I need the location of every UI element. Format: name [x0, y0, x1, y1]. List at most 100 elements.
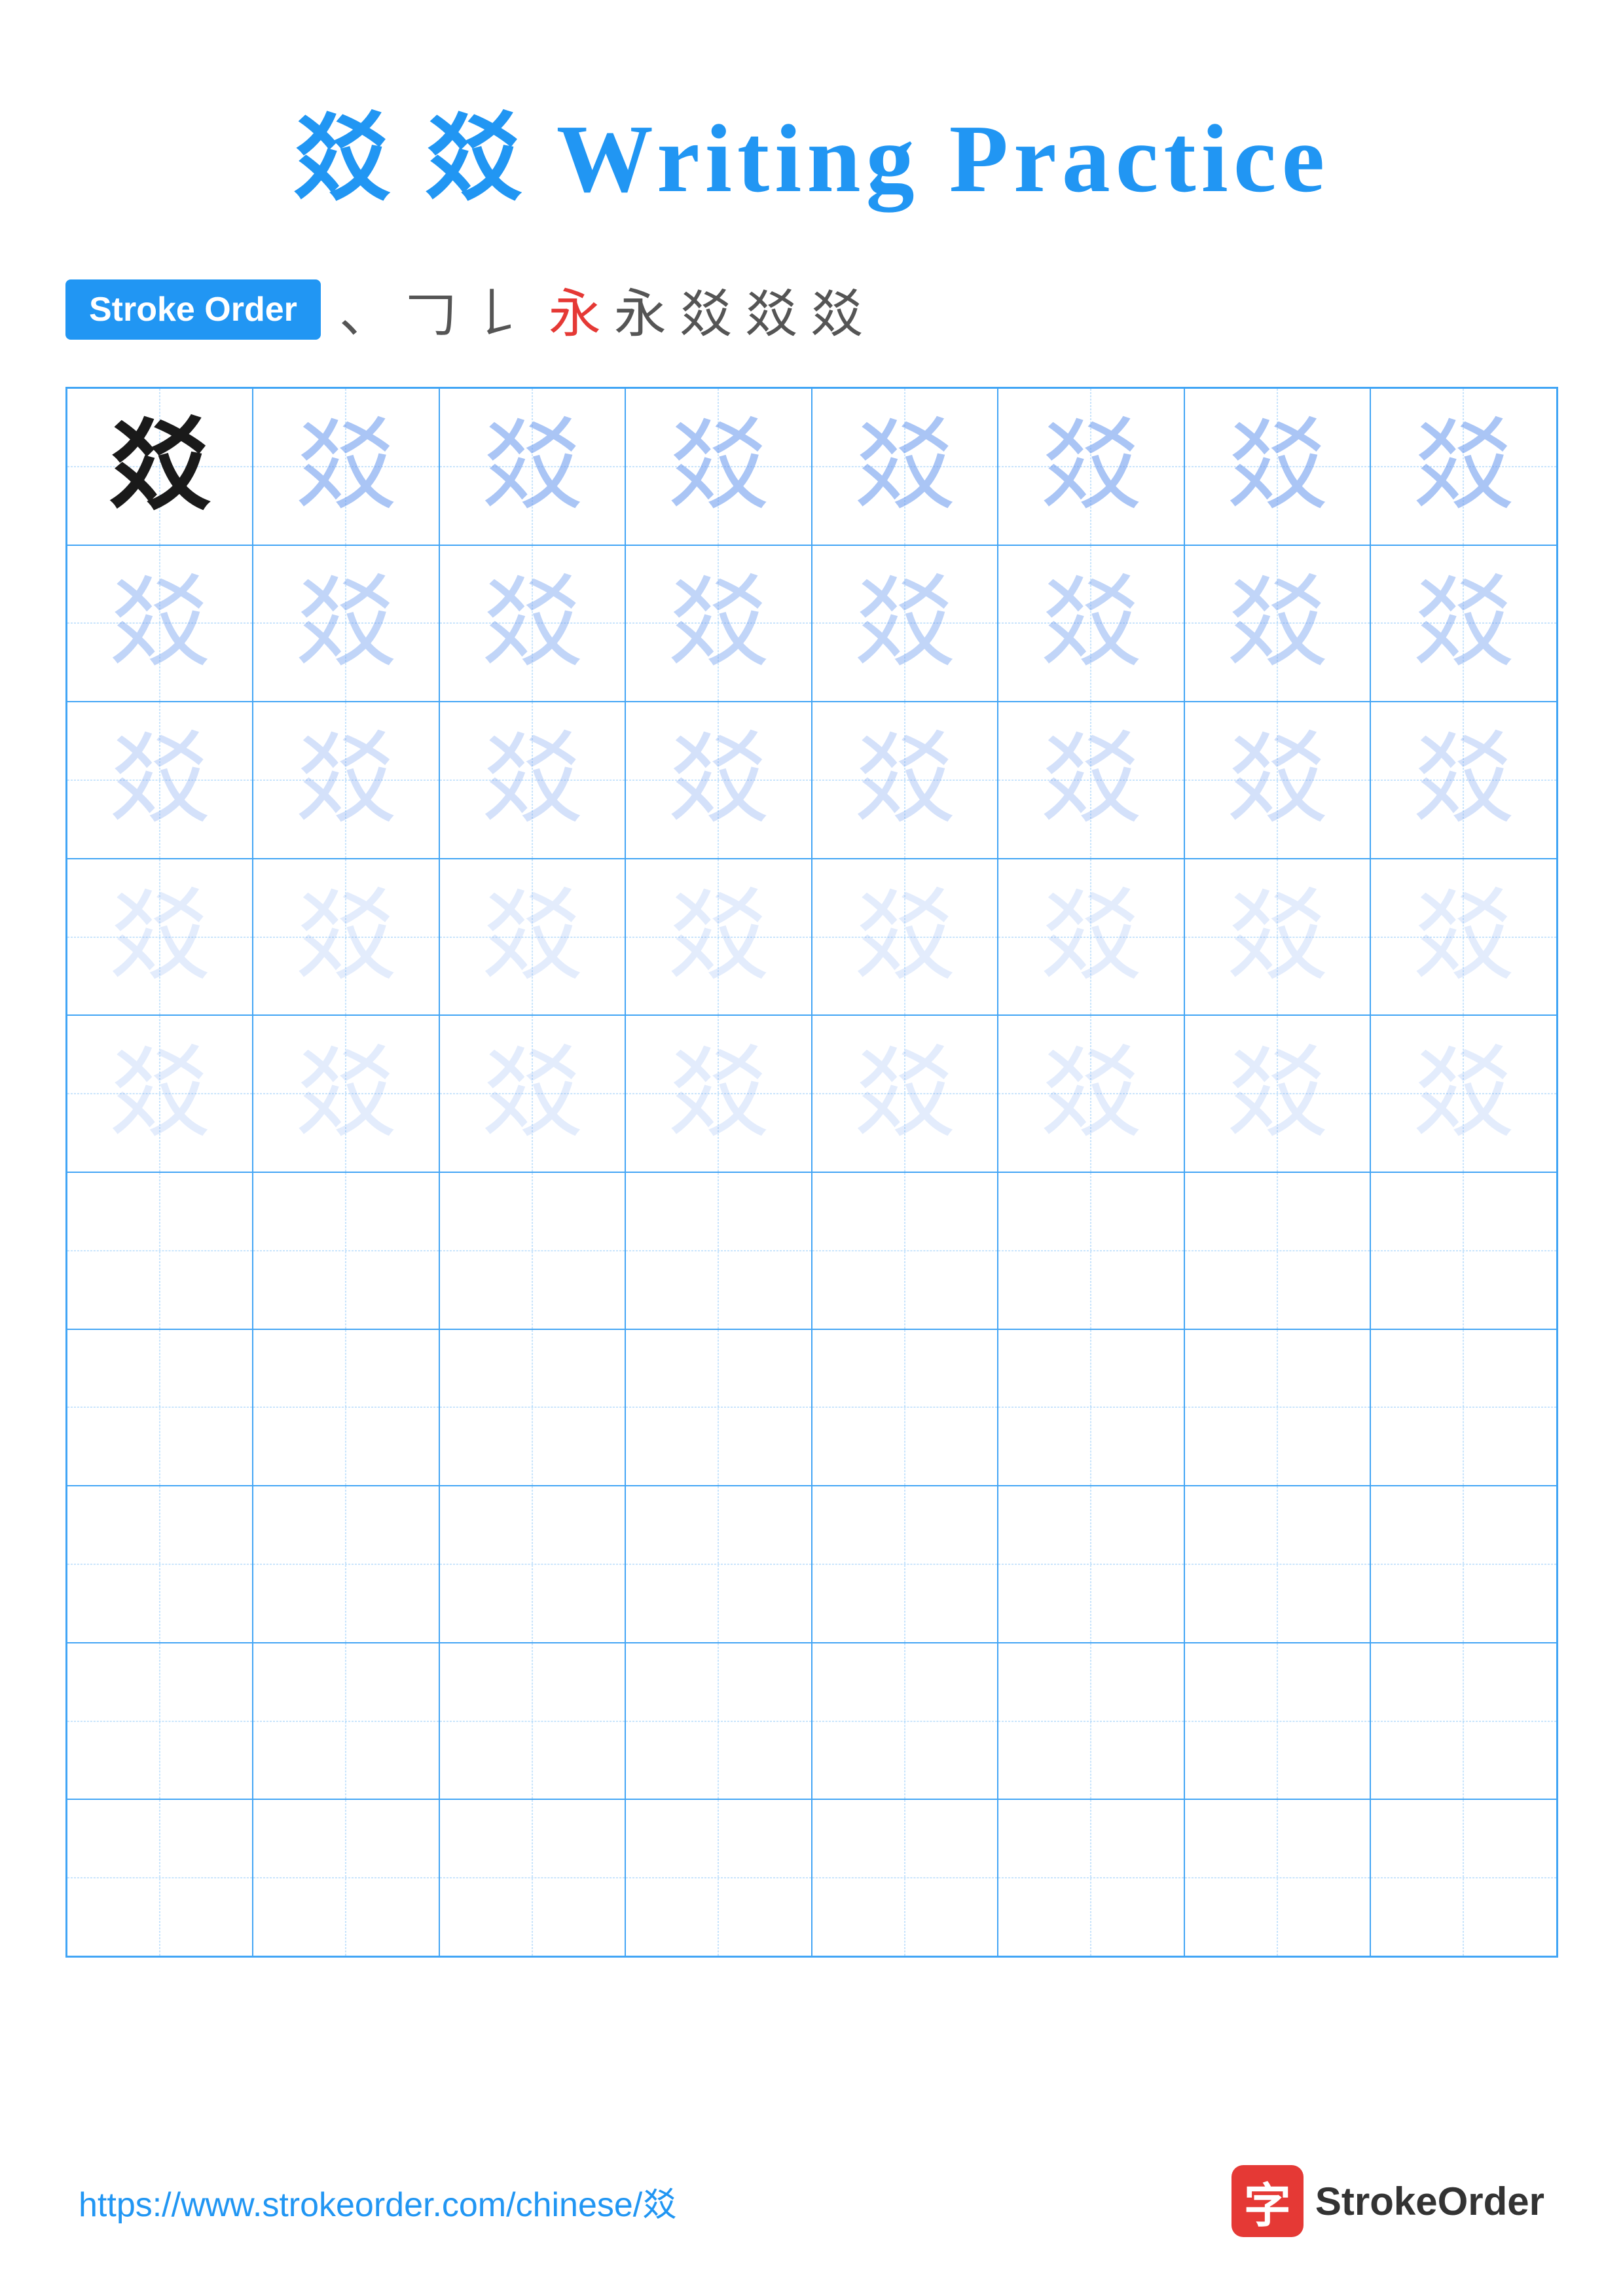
- grid-cell-r7c2[interactable]: [253, 1329, 439, 1486]
- char-r1c1: 㸚: [109, 416, 210, 517]
- char-r3c3: 㸚: [481, 729, 583, 831]
- char-r1c6: 㸚: [1040, 416, 1142, 517]
- grid-cell-r9c4[interactable]: [625, 1643, 812, 1800]
- grid-cell-r4c6: 㸚: [998, 859, 1184, 1016]
- grid-cell-r6c7[interactable]: [1184, 1172, 1371, 1329]
- grid-cell-r5c3: 㸚: [439, 1015, 626, 1172]
- grid-cell-r4c1: 㸚: [67, 859, 253, 1016]
- logo-text: StrokeOrder: [1315, 2179, 1544, 2224]
- grid-cell-r9c6[interactable]: [998, 1643, 1184, 1800]
- grid-cell-r7c5[interactable]: [812, 1329, 998, 1486]
- grid-cell-r5c5: 㸚: [812, 1015, 998, 1172]
- grid-cell-r9c5[interactable]: [812, 1643, 998, 1800]
- grid-cell-r6c1[interactable]: [67, 1172, 253, 1329]
- grid-cell-r10c5[interactable]: [812, 1799, 998, 1956]
- grid-cell-r4c7: 㸚: [1184, 859, 1371, 1016]
- grid-cell-r1c3: 㸚: [439, 388, 626, 545]
- grid-cell-r2c5: 㸚: [812, 545, 998, 702]
- grid-cell-r1c2: 㸚: [253, 388, 439, 545]
- grid-cell-r8c1[interactable]: [67, 1486, 253, 1643]
- grid-cell-r8c6[interactable]: [998, 1486, 1184, 1643]
- grid-cell-r9c3[interactable]: [439, 1643, 626, 1800]
- grid-cell-r2c8: 㸚: [1370, 545, 1557, 702]
- grid-cell-r7c3[interactable]: [439, 1329, 626, 1486]
- stroke-7: 㸚: [680, 272, 732, 348]
- grid-cell-r1c4: 㸚: [625, 388, 812, 545]
- grid-cell-r8c8[interactable]: [1370, 1486, 1557, 1643]
- grid-cell-r5c4: 㸚: [625, 1015, 812, 1172]
- grid-cell-r9c8[interactable]: [1370, 1643, 1557, 1800]
- logo-icon: 字: [1231, 2165, 1304, 2237]
- grid-cell-r9c2[interactable]: [253, 1643, 439, 1800]
- char-r2c4: 㸚: [668, 573, 769, 674]
- grid-cell-r3c1: 㸚: [67, 702, 253, 859]
- grid-cell-r4c8: 㸚: [1370, 859, 1557, 1016]
- char-r2c6: 㸚: [1040, 573, 1142, 674]
- grid-cell-r2c4: 㸚: [625, 545, 812, 702]
- grid-cell-r6c2[interactable]: [253, 1172, 439, 1329]
- char-r5c6: 㸚: [1040, 1043, 1142, 1145]
- grid-cell-r8c2[interactable]: [253, 1486, 439, 1643]
- grid-cell-r5c8: 㸚: [1370, 1015, 1557, 1172]
- grid-cell-r7c8[interactable]: [1370, 1329, 1557, 1486]
- grid-cell-r2c7: 㸚: [1184, 545, 1371, 702]
- grid-cell-r8c4[interactable]: [625, 1486, 812, 1643]
- grid-cell-r4c5: 㸚: [812, 859, 998, 1016]
- char-r3c4: 㸚: [668, 729, 769, 831]
- stroke-6: 永: [614, 272, 666, 348]
- grid-cell-r10c7[interactable]: [1184, 1799, 1371, 1956]
- grid-cell-r6c3[interactable]: [439, 1172, 626, 1329]
- grid-cell-r4c2: 㸚: [253, 859, 439, 1016]
- title-text: 㸚 Writing Practice: [425, 105, 1330, 213]
- grid-cell-r6c5[interactable]: [812, 1172, 998, 1329]
- grid-cell-r10c6[interactable]: [998, 1799, 1184, 1956]
- footer-url[interactable]: https://www.strokeorder.com/chinese/㸚: [79, 2177, 676, 2226]
- grid-cell-r10c4[interactable]: [625, 1799, 812, 1956]
- grid-cell-r7c6[interactable]: [998, 1329, 1184, 1486]
- grid-cell-r7c1[interactable]: [67, 1329, 253, 1486]
- grid-cell-r10c3[interactable]: [439, 1799, 626, 1956]
- grid-cell-r10c2[interactable]: [253, 1799, 439, 1956]
- char-r5c7: 㸚: [1226, 1043, 1328, 1145]
- grid-cell-r5c7: 㸚: [1184, 1015, 1371, 1172]
- grid-cell-r6c6[interactable]: [998, 1172, 1184, 1329]
- char-r2c2: 㸚: [295, 573, 397, 674]
- char-r4c8: 㸚: [1413, 886, 1514, 988]
- char-r4c1: 㸚: [109, 886, 210, 988]
- grid-cell-r8c3[interactable]: [439, 1486, 626, 1643]
- grid-cell-r10c8[interactable]: [1370, 1799, 1557, 1956]
- grid-cell-r2c3: 㸚: [439, 545, 626, 702]
- char-r2c3: 㸚: [481, 573, 583, 674]
- grid-cell-r7c7[interactable]: [1184, 1329, 1371, 1486]
- page-title: 㸚 㸚 Writing Practice: [293, 79, 1330, 219]
- char-r2c1: 㸚: [109, 573, 210, 674]
- grid-cell-r2c2: 㸚: [253, 545, 439, 702]
- char-r5c2: 㸚: [295, 1043, 397, 1145]
- title-character: 㸚: [293, 105, 425, 213]
- footer-logo: 字 StrokeOrder: [1231, 2165, 1544, 2237]
- grid-cell-r9c1[interactable]: [67, 1643, 253, 1800]
- char-r5c8: 㸚: [1413, 1043, 1514, 1145]
- grid-cell-r7c4[interactable]: [625, 1329, 812, 1486]
- char-r2c7: 㸚: [1226, 573, 1328, 674]
- grid-cell-r9c7[interactable]: [1184, 1643, 1371, 1800]
- grid-cell-r8c5[interactable]: [812, 1486, 998, 1643]
- grid-cell-r2c1: 㸚: [67, 545, 253, 702]
- grid-cell-r1c7: 㸚: [1184, 388, 1371, 545]
- grid-cell-r6c4[interactable]: [625, 1172, 812, 1329]
- writing-grid: 㸚 㸚 㸚 㸚 㸚 㸚 㸚 㸚 㸚 㸚 㸚: [65, 387, 1558, 1958]
- footer: https://www.strokeorder.com/chinese/㸚 字 …: [0, 2165, 1623, 2237]
- char-r3c7: 㸚: [1226, 729, 1328, 831]
- char-r4c6: 㸚: [1040, 886, 1142, 988]
- char-r1c4: 㸚: [668, 416, 769, 517]
- grid-cell-r6c8[interactable]: [1370, 1172, 1557, 1329]
- grid-cell-r3c2: 㸚: [253, 702, 439, 859]
- stroke-8: 㸚: [745, 272, 797, 348]
- grid-cell-r10c1[interactable]: [67, 1799, 253, 1956]
- char-r3c5: 㸚: [854, 729, 955, 831]
- char-r3c2: 㸚: [295, 729, 397, 831]
- grid-cell-r1c1: 㸚: [67, 388, 253, 545]
- grid-cell-r8c7[interactable]: [1184, 1486, 1371, 1643]
- char-r5c5: 㸚: [854, 1043, 955, 1145]
- grid-cell-r5c2: 㸚: [253, 1015, 439, 1172]
